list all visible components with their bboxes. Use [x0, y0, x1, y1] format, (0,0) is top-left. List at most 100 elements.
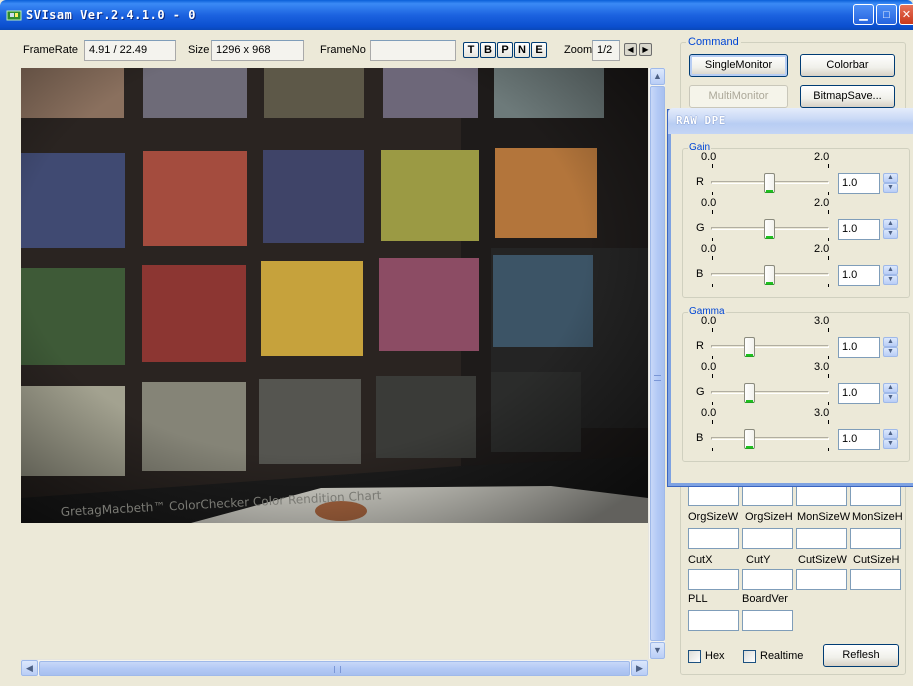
gamma-b-slider-track[interactable] [711, 437, 829, 440]
hex-label: Hex [705, 650, 725, 662]
gain-r-slider-thumb[interactable] [764, 173, 775, 193]
cutsizeh-box [850, 528, 901, 549]
gamma-r-value-field[interactable]: 1.0 [838, 337, 880, 358]
gain-g-value-field[interactable]: 1.0 [838, 219, 880, 240]
raw-dpe-window[interactable]: RAW DPE Gain 0.0 2.0 R 1.0 ▲ ▼ 0.0 2.0 G 1.0 ▲ ▼ 0… [668, 108, 913, 486]
size-label: Size [188, 44, 210, 56]
spin-up-icon[interactable]: ▲ [883, 265, 898, 275]
gain-g-max-label: 2.0 [814, 197, 830, 209]
gain-g-channel-label: G [696, 222, 705, 234]
spin-up-icon[interactable]: ▲ [883, 173, 898, 183]
gain-r-spinner[interactable]: ▲ ▼ [883, 173, 898, 194]
gain-g-min-label: 0.0 [701, 197, 717, 209]
gamma-r-row: 0.0 3.0 R 1.0 ▲ ▼ [683, 315, 911, 359]
gamma-b-slider-thumb[interactable] [744, 429, 755, 449]
pll-box [688, 610, 739, 631]
spin-down-icon[interactable]: ▼ [883, 275, 898, 285]
gain-r-value-field[interactable]: 1.0 [838, 173, 880, 194]
gamma-g-min-label: 0.0 [701, 361, 717, 373]
cut-row-box-3 [796, 569, 847, 590]
gamma-b-max-label: 3.0 [814, 407, 830, 419]
realtime-checkbox[interactable] [743, 650, 756, 663]
colorbar-button[interactable]: Colorbar [800, 54, 895, 77]
zoom-right-icon: ▶ [642, 45, 649, 54]
mode-button-p[interactable]: P [497, 42, 513, 58]
gamma-g-tick-bottom-min [712, 402, 713, 405]
scroll-left-button[interactable]: ◀ [21, 660, 38, 676]
gamma-g-slider-track[interactable] [711, 391, 829, 394]
refresh-button[interactable]: Reflesh [823, 644, 899, 667]
camera-image-view[interactable]: GretagMacbeth™ ColorChecker Color Rendit… [21, 68, 648, 523]
gain-b-slider-thumb[interactable] [764, 265, 775, 285]
gain-group: Gain 0.0 2.0 R 1.0 ▲ ▼ 0.0 2.0 G 1.0 ▲ ▼ 0.0 2.0 B 1.… [682, 142, 911, 298]
gamma-g-tick-min [712, 374, 713, 378]
spin-down-icon[interactable]: ▼ [883, 183, 898, 193]
bitmap-save-button[interactable]: BitmapSave... [800, 85, 895, 108]
gamma-g-value-field[interactable]: 1.0 [838, 383, 880, 404]
scroll-up-button[interactable]: ▲ [650, 68, 665, 85]
grip-icon [334, 666, 341, 673]
gain-b-spinner[interactable]: ▲ ▼ [883, 265, 898, 286]
gain-g-slider-thumb[interactable] [764, 219, 775, 239]
gamma-r-spinner[interactable]: ▲ ▼ [883, 337, 898, 358]
spin-up-icon[interactable]: ▲ [883, 219, 898, 229]
spin-up-icon[interactable]: ▲ [883, 337, 898, 347]
hex-checkbox[interactable] [688, 650, 701, 663]
horizontal-scrollbar[interactable]: ◀ ▶ [21, 659, 648, 676]
app-icon [6, 7, 22, 23]
gamma-r-tick-max [828, 328, 829, 332]
vertical-scroll-thumb[interactable] [650, 86, 665, 641]
horizontal-scroll-thumb[interactable] [39, 661, 630, 676]
gain-g-tick-min [712, 210, 713, 214]
minimize-button[interactable]: ▁ [853, 4, 874, 25]
gamma-r-max-label: 3.0 [814, 315, 830, 327]
gamma-r-tick-bottom-min [712, 356, 713, 359]
gain-r-row: 0.0 2.0 R 1.0 ▲ ▼ [683, 151, 911, 195]
scroll-right-button[interactable]: ▶ [631, 660, 648, 676]
spin-down-icon[interactable]: ▼ [883, 439, 898, 449]
gamma-r-slider-thumb[interactable] [744, 337, 755, 357]
mode-button-e[interactable]: E [531, 42, 547, 58]
gamma-b-value-field[interactable]: 1.0 [838, 429, 880, 450]
spin-up-icon[interactable]: ▲ [883, 383, 898, 393]
cuty-label: CutY [746, 554, 771, 566]
monsizew-box [796, 485, 847, 506]
mode-button-n[interactable]: N [514, 42, 530, 58]
cut-row-box-1 [688, 569, 739, 590]
color-checker-image: GretagMacbeth™ ColorChecker Color Rendit… [21, 68, 648, 523]
gamma-b-channel-label: B [696, 432, 704, 444]
arrow-left-icon: ◀ [26, 663, 33, 673]
gain-r-tick-bottom-min [712, 192, 713, 195]
close-button[interactable]: ✕ [899, 4, 913, 25]
orgsizeh-label: OrgSizeH [745, 511, 793, 523]
gamma-b-spinner[interactable]: ▲ ▼ [883, 429, 898, 450]
gamma-b-row: 0.0 3.0 B 1.0 ▲ ▼ [683, 407, 911, 451]
mode-button-t[interactable]: T [463, 42, 479, 58]
gain-g-spinner[interactable]: ▲ ▼ [883, 219, 898, 240]
framerate-label: FrameRate [23, 44, 79, 56]
gamma-group: Gamma 0.0 3.0 R 1.0 ▲ ▼ 0.0 3.0 G 1.0 ▲ ▼ 0.0 3.0 B 1… [682, 306, 911, 462]
spin-up-icon[interactable]: ▲ [883, 429, 898, 439]
gain-b-value-field[interactable]: 1.0 [838, 265, 880, 286]
single-monitor-button[interactable]: SingleMonitor [689, 54, 788, 77]
gamma-g-slider-thumb[interactable] [744, 383, 755, 403]
scroll-down-button[interactable]: ▼ [650, 642, 665, 659]
raw-dpe-title[interactable]: RAW DPE [668, 108, 913, 134]
vertical-scrollbar[interactable]: ▲ ▼ [648, 68, 665, 659]
title-bar[interactable]: SVIsam Ver.2.4.1.0 - 0 ▁ □ ✕ [0, 0, 913, 30]
gamma-r-slider-track[interactable] [711, 345, 829, 348]
gamma-g-tick-max [828, 374, 829, 378]
mode-button-b[interactable]: B [480, 42, 496, 58]
command-legend: Command [686, 36, 741, 48]
zoom-in-button[interactable]: ▶ [639, 43, 652, 56]
spin-down-icon[interactable]: ▼ [883, 393, 898, 403]
arrow-down-icon: ▼ [653, 645, 662, 655]
spin-down-icon[interactable]: ▼ [883, 229, 898, 239]
cutx-box [688, 528, 739, 549]
spin-down-icon[interactable]: ▼ [883, 347, 898, 357]
maximize-button[interactable]: □ [876, 4, 897, 25]
zoom-out-button[interactable]: ◀ [624, 43, 637, 56]
multi-monitor-button[interactable]: MultiMonitor [689, 85, 788, 108]
gamma-g-spinner[interactable]: ▲ ▼ [883, 383, 898, 404]
monsizew-label: MonSizeW [797, 511, 851, 523]
